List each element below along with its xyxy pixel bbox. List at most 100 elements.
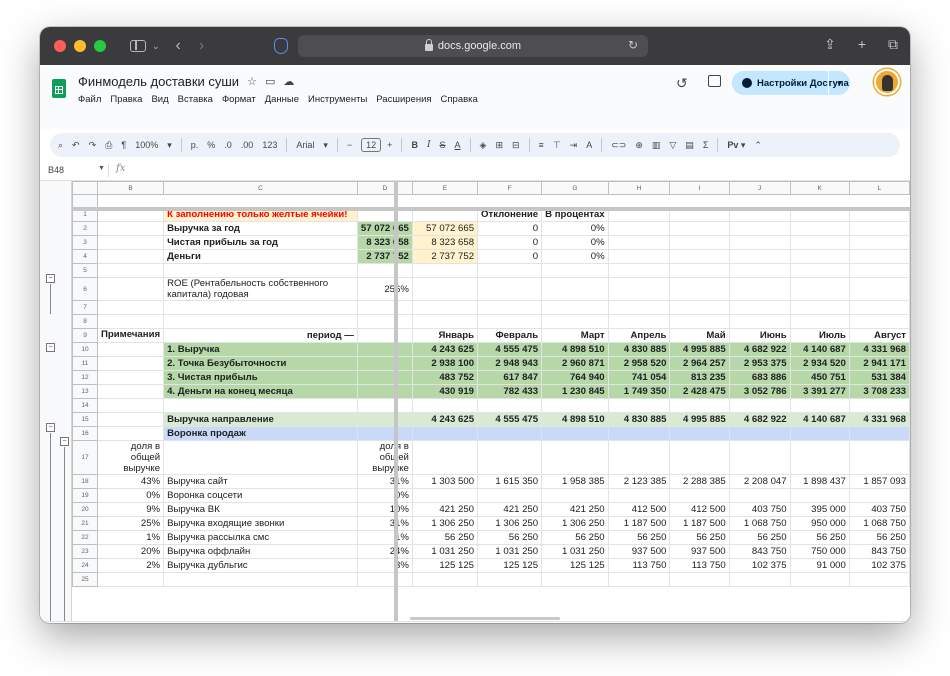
cell-c8[interactable] — [163, 314, 358, 329]
row-header[interactable]: 4 — [71, 249, 99, 264]
row-header[interactable]: 18 — [71, 474, 99, 489]
version-history-icon[interactable]: ↺ — [676, 75, 688, 92]
cell-j14[interactable] — [728, 398, 791, 413]
cell-d24[interactable]: 3% — [356, 558, 413, 573]
cell-h13[interactable]: 1 749 350 — [607, 384, 671, 399]
cell-k25[interactable] — [789, 572, 850, 587]
cell-g12[interactable]: 764 940 — [541, 370, 609, 385]
cell-j11[interactable]: 2 953 375 — [728, 356, 791, 371]
cell-c18[interactable]: Выручка сайт — [163, 474, 358, 489]
cell-b7[interactable] — [97, 300, 165, 315]
cell-f21[interactable]: 1 306 250 — [477, 516, 543, 531]
cell-k18[interactable]: 1 898 437 — [789, 474, 850, 489]
cell-g5[interactable] — [541, 263, 609, 278]
chevron-down-icon[interactable]: ▾ — [167, 140, 172, 151]
cell-k9[interactable]: Июль — [789, 328, 850, 343]
cell-j17[interactable] — [728, 440, 791, 475]
cell-g10[interactable]: 4 898 510 — [541, 342, 609, 357]
cell-k23[interactable]: 750 000 — [789, 544, 850, 559]
cell-b22[interactable]: 1% — [97, 530, 165, 545]
cell-g11[interactable]: 2 960 871 — [541, 356, 609, 371]
cell-f5[interactable] — [477, 263, 543, 278]
cloud-status-icon[interactable]: ☁ — [283, 75, 294, 88]
cell-d3[interactable]: 8 323 658 — [356, 235, 413, 250]
row-header[interactable]: 22 — [71, 530, 99, 545]
cell-i13[interactable]: 2 428 475 — [669, 384, 730, 399]
row-header[interactable]: 13 — [71, 384, 99, 399]
collapse-group-icon[interactable]: − — [46, 274, 55, 283]
cell-j5[interactable] — [728, 263, 791, 278]
cell-f11[interactable]: 2 948 943 — [477, 356, 543, 371]
cell-e25[interactable] — [411, 572, 479, 587]
cell-f13[interactable]: 782 433 — [477, 384, 543, 399]
minimize-window-button[interactable] — [74, 40, 86, 52]
cell-h9[interactable]: Апрель — [607, 328, 671, 343]
cell-d13[interactable] — [356, 384, 413, 399]
cell-c3[interactable]: Чистая прибыль за год — [163, 235, 358, 250]
column-header-g[interactable]: G — [541, 181, 609, 195]
cell-j15[interactable]: 4 682 922 — [728, 412, 791, 427]
cell-k10[interactable]: 4 140 687 — [789, 342, 850, 357]
cell-k11[interactable]: 2 934 520 — [789, 356, 850, 371]
cell-b11[interactable] — [97, 356, 165, 371]
tab-overview-icon[interactable]: ⧉ — [888, 36, 898, 53]
cell-g16[interactable] — [541, 426, 609, 441]
cell-h24[interactable]: 113 750 — [607, 558, 671, 573]
cell-h6[interactable] — [607, 277, 671, 301]
cell-d6[interactable]: 256% — [356, 277, 413, 301]
italic-button[interactable]: I — [427, 140, 431, 150]
cell-e3[interactable]: 8 323 658 — [411, 235, 479, 250]
cell-d21[interactable]: 31% — [356, 516, 413, 531]
cell-e13[interactable]: 430 919 — [411, 384, 479, 399]
cell-i4[interactable] — [669, 249, 730, 264]
cell-j25[interactable] — [728, 572, 791, 587]
cell-g6[interactable] — [541, 277, 609, 301]
row-header[interactable]: 12 — [71, 370, 99, 385]
cell-h11[interactable]: 2 958 520 — [607, 356, 671, 371]
increase-font-size-button[interactable]: + — [387, 140, 392, 150]
cell-h5[interactable] — [607, 263, 671, 278]
cell-j13[interactable]: 3 052 786 — [728, 384, 791, 399]
cell-h19[interactable] — [607, 488, 671, 503]
move-folder-icon[interactable]: ▭ — [265, 75, 275, 88]
cell-b19[interactable]: 0% — [97, 488, 165, 503]
cell-j22[interactable]: 56 250 — [728, 530, 791, 545]
cell-l7[interactable] — [848, 300, 910, 315]
cell-g19[interactable] — [541, 488, 609, 503]
cell-j2[interactable] — [728, 221, 791, 236]
cell-c5[interactable] — [163, 263, 358, 278]
menu-insert[interactable]: Вставка — [178, 94, 213, 105]
cell-h16[interactable] — [607, 426, 671, 441]
cell-i14[interactable] — [669, 398, 730, 413]
cell-f19[interactable] — [477, 488, 543, 503]
cell-f10[interactable]: 4 555 475 — [477, 342, 543, 357]
cell-d2[interactable]: 57 072 665 — [356, 221, 413, 236]
cell-b17[interactable]: доля в общей выручке — [97, 440, 165, 475]
cell-b8[interactable] — [97, 314, 165, 329]
cell-c4[interactable]: Деньги — [163, 249, 358, 264]
cell-l4[interactable] — [848, 249, 910, 264]
cell-e7[interactable] — [411, 300, 479, 315]
comments-icon[interactable] — [708, 75, 721, 87]
cell-d18[interactable]: 31% — [356, 474, 413, 489]
insert-comment-icon[interactable]: ⊕ — [635, 140, 643, 151]
decrease-font-size-button[interactable]: − — [347, 140, 352, 150]
cell-l14[interactable] — [848, 398, 910, 413]
cell-l20[interactable]: 403 750 — [848, 502, 910, 517]
reload-icon[interactable]: ↻ — [628, 38, 638, 52]
currency-format-button[interactable]: р. — [191, 140, 199, 150]
cell-g20[interactable]: 421 250 — [541, 502, 609, 517]
horizontal-align-icon[interactable]: ≡ — [539, 140, 544, 150]
cell-g18[interactable]: 1 958 385 — [541, 474, 609, 489]
cell-j18[interactable]: 2 208 047 — [728, 474, 791, 489]
cell-i8[interactable] — [669, 314, 730, 329]
cell-d17[interactable]: доля в общей выручке — [356, 440, 413, 475]
cell-i18[interactable]: 2 288 385 — [669, 474, 730, 489]
cell-d10[interactable] — [356, 342, 413, 357]
bold-button[interactable]: B — [411, 140, 418, 150]
row-header[interactable]: 6 — [71, 277, 99, 301]
cell-g21[interactable]: 1 306 250 — [541, 516, 609, 531]
cell-f17[interactable] — [477, 440, 543, 475]
row-header[interactable]: 10 — [71, 342, 99, 357]
cell-i10[interactable]: 4 995 885 — [669, 342, 730, 357]
